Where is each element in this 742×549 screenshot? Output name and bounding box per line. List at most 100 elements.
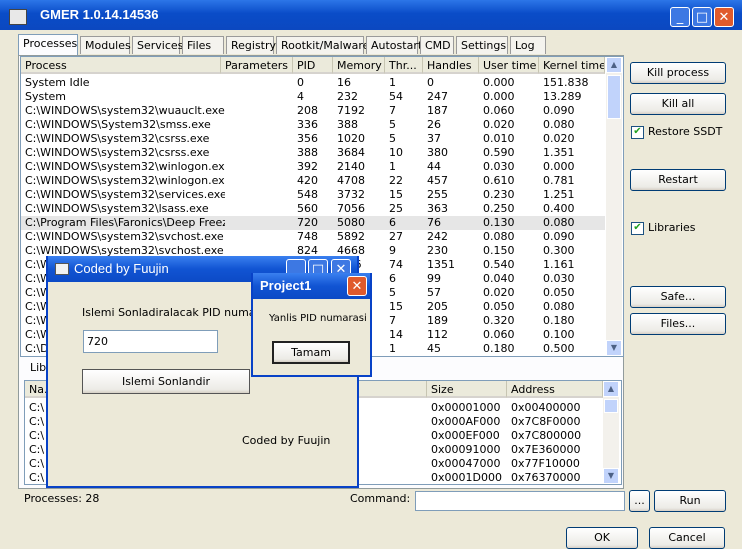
tab-rootkit-malware[interactable]: Rootkit/Malware <box>276 36 369 54</box>
library-column-header[interactable]: Address <box>507 381 603 398</box>
maximize-button[interactable]: □ <box>692 7 712 27</box>
process-row[interactable]: C:\WINDOWS\system32\winlogon.exe 420 4708 2… <box>21 174 605 188</box>
process-cell: System Idle <box>25 76 90 89</box>
process-cell: 1 <box>389 342 396 355</box>
process-cell: 0 <box>427 76 434 89</box>
process-cell: 1.161 <box>543 258 575 271</box>
process-cell: 7 <box>389 104 396 117</box>
library-cell: 0x00400000 <box>511 401 581 414</box>
tab-registry[interactable]: Registry <box>226 36 276 54</box>
process-cell <box>221 146 297 160</box>
coded-dialog-title: Coded by Fuujin <box>74 261 169 276</box>
process-cell: 205 <box>427 300 448 313</box>
close-button[interactable]: ✕ <box>714 7 734 27</box>
process-row[interactable]: C:\WINDOWS\system32\winlogon.exe 392 2140 1… <box>21 160 605 174</box>
process-cell: 208 <box>297 104 318 117</box>
process-column-header[interactable]: Parameters <box>221 57 293 74</box>
process-cell: C:\WINDOWS\system32\csrss.exe <box>25 146 210 159</box>
process-column-header[interactable]: Kernel time <box>539 57 605 74</box>
process-cell: 255 <box>427 188 448 201</box>
process-column-header[interactable]: Thr... <box>385 57 423 74</box>
restart-button[interactable]: Restart <box>630 169 726 191</box>
process-row[interactable]: System 4 232 54 247 0.000 13.289 <box>21 90 605 104</box>
process-list-scrollbar[interactable]: ▲ ▼ <box>606 57 622 356</box>
minimize-button[interactable]: _ <box>670 7 690 27</box>
tab-autostart[interactable]: Autostart <box>366 36 422 54</box>
message-box-titlebar[interactable]: Project1 ✕ <box>253 273 370 299</box>
pid-input[interactable]: 720 <box>83 330 218 353</box>
library-cell: 0x7C800000 <box>511 429 582 442</box>
process-row[interactable]: C:\WINDOWS\system32\csrss.exe 356 1020 5 37 0… <box>21 132 605 146</box>
cancel-button[interactable]: Cancel <box>649 527 725 549</box>
process-row[interactable]: C:\Program Files\Faronics\Deep Freez... 7… <box>21 216 605 230</box>
process-cell <box>221 174 297 188</box>
process-cell: 7 <box>389 314 396 327</box>
tab-settings[interactable]: Settings <box>456 36 508 54</box>
tamam-button[interactable]: Tamam <box>272 341 350 364</box>
message-box-close-button[interactable]: ✕ <box>347 276 367 296</box>
ok-button[interactable]: OK <box>566 527 638 549</box>
process-cell: 0.500 <box>543 342 575 355</box>
process-cell: 748 <box>297 230 318 243</box>
terminate-process-button[interactable]: Islemi Sonlandir <box>82 369 250 394</box>
process-column-header[interactable]: User time <box>479 57 539 74</box>
process-cell: 45 <box>427 342 441 355</box>
process-cell: 26 <box>427 118 441 131</box>
process-cell: C:\WINDOWS\system32\wuauclt.exe <box>25 104 225 117</box>
tab-log[interactable]: Log <box>510 36 546 54</box>
process-cell <box>221 132 297 146</box>
scroll-thumb[interactable] <box>607 75 621 119</box>
process-cell: 6 <box>389 272 396 285</box>
process-cell: 388 <box>297 146 318 159</box>
kill-process-button[interactable]: Kill process <box>630 62 726 84</box>
process-row[interactable]: C:\WINDOWS\system32\csrss.exe 388 3684 10 38… <box>21 146 605 160</box>
process-cell: 0.090 <box>543 230 575 243</box>
process-row[interactable]: C:\WINDOWS\system32\services.exe 548 3732 1… <box>21 188 605 202</box>
process-row[interactable]: C:\WINDOWS\System32\smss.exe 336 388 5 26 0.0… <box>21 118 605 132</box>
process-row[interactable]: C:\WINDOWS\system32\svchost.exe 748 5892 27… <box>21 230 605 244</box>
files-button[interactable]: Files... <box>630 313 726 335</box>
restore-ssdt-check-icon[interactable]: ✔ <box>631 126 644 139</box>
process-cell: 0.060 <box>483 328 515 341</box>
message-box[interactable]: Project1 ✕ Yanlis PID numarasi Tamam <box>251 273 372 377</box>
process-cell: 0.000 <box>483 90 515 103</box>
process-cell: System <box>25 90 67 103</box>
tab-files[interactable]: Files <box>182 36 224 54</box>
process-cell: 0.010 <box>483 132 515 145</box>
tab-processes[interactable]: Processes <box>18 34 78 55</box>
process-cell: 720 <box>297 216 318 229</box>
lib-scroll-down-icon[interactable]: ▼ <box>603 468 619 484</box>
process-cell: 0.150 <box>483 244 515 257</box>
process-column-header[interactable]: Process <box>21 57 221 74</box>
kill-all-button[interactable]: Kill all <box>630 93 726 115</box>
command-input[interactable] <box>415 491 625 511</box>
process-column-header[interactable]: Handles <box>423 57 479 74</box>
run-button[interactable]: Run <box>654 490 726 512</box>
scroll-up-icon[interactable]: ▲ <box>606 57 622 73</box>
process-column-header[interactable]: Memory <box>333 57 385 74</box>
scroll-down-icon[interactable]: ▼ <box>606 340 622 356</box>
window-titlebar[interactable]: GMER 1.0.14.14536 _ □ ✕ <box>0 0 742 30</box>
process-row[interactable]: C:\WINDOWS\system32\wuauclt.exe 208 7192 7 1… <box>21 104 605 118</box>
libraries-check-icon[interactable]: ✔ <box>631 222 644 235</box>
lib-scroll-thumb[interactable] <box>604 399 618 413</box>
lib-scroll-up-icon[interactable]: ▲ <box>603 381 619 397</box>
process-cell: C:\WINDOWS\system32\winlogon.exe <box>25 160 225 173</box>
process-cell: 0.050 <box>543 286 575 299</box>
safe-button[interactable]: Safe... <box>630 286 726 308</box>
library-column-header[interactable]: Size <box>427 381 507 398</box>
tab-cmd[interactable]: CMD <box>420 36 454 54</box>
libraries-list-scrollbar[interactable]: ▲ ▼ <box>603 381 619 484</box>
process-cell: 0.180 <box>483 342 515 355</box>
process-row[interactable]: System Idle 0 16 1 0 0.000 151.838 <box>21 76 605 90</box>
process-cell: 1 <box>389 76 396 89</box>
tab-services[interactable]: Services <box>132 36 183 54</box>
library-cell: 0x77F10000 <box>511 457 580 470</box>
browse-button[interactable]: ... <box>629 490 650 512</box>
process-cell: 0.300 <box>543 244 575 257</box>
library-cell: 0x000AF000 <box>431 415 501 428</box>
tab-modules[interactable]: Modules <box>80 36 131 54</box>
process-cell: 1.351 <box>543 146 575 159</box>
process-column-header[interactable]: PID <box>293 57 333 74</box>
process-row[interactable]: C:\WINDOWS\system32\lsass.exe 560 7056 25 36… <box>21 202 605 216</box>
